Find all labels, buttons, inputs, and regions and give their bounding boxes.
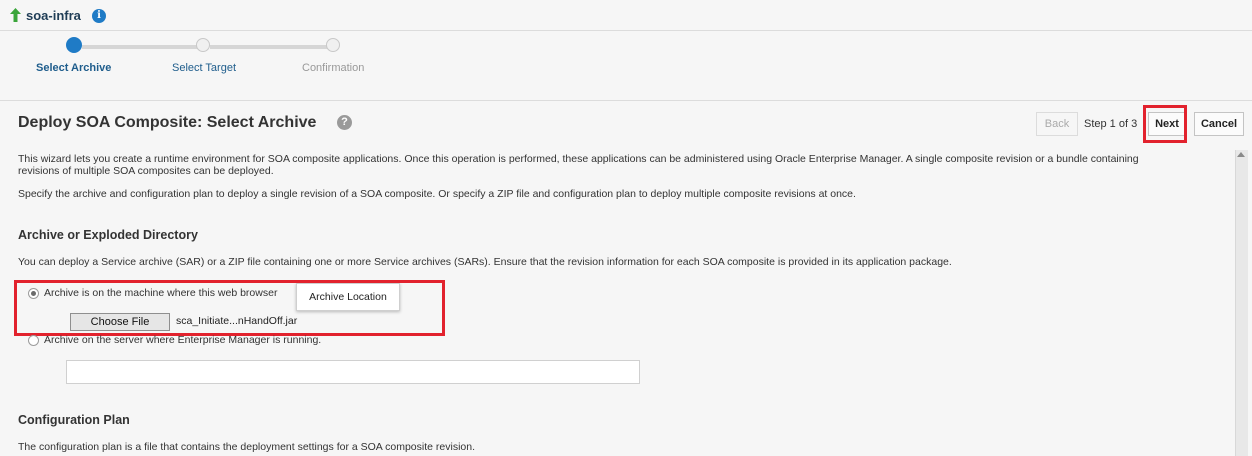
train-stop-confirmation [326, 38, 340, 52]
train-label-select-archive[interactable]: Select Archive [36, 62, 111, 74]
config-section-description: The configuration plan is a file that co… [18, 441, 476, 453]
train-label-select-target[interactable]: Select Target [172, 62, 236, 74]
help-icon[interactable]: ? [337, 115, 352, 130]
train-stop-select-archive[interactable] [66, 37, 82, 53]
top-bar: soa-infra i [0, 0, 1252, 31]
archive-section-heading: Archive or Exploded Directory [18, 228, 198, 242]
train-stop-select-target[interactable] [196, 38, 210, 52]
train-label-confirmation: Confirmation [302, 62, 365, 74]
intro-line-3: Specify the archive and configuration pl… [18, 188, 856, 200]
scroll-up-arrow-icon[interactable] [1237, 152, 1245, 157]
intro-line-2: revisions of multiple SOA composites can… [18, 165, 274, 177]
radio-archive-server[interactable] [28, 335, 39, 346]
highlight-box-next [1143, 105, 1187, 143]
info-icon[interactable]: i [92, 9, 106, 23]
server-archive-path-input[interactable] [66, 360, 640, 384]
back-button[interactable]: Back [1036, 112, 1078, 136]
vertical-scrollbar[interactable] [1235, 150, 1248, 456]
train-track-1 [82, 45, 202, 49]
cancel-button[interactable]: Cancel [1194, 112, 1244, 136]
archive-section-description: You can deploy a Service archive (SAR) o… [18, 256, 952, 268]
step-indicator: Step 1 of 3 [1084, 118, 1138, 130]
header-divider [0, 100, 1252, 101]
page-title: Deploy SOA Composite: Select Archive [18, 114, 317, 131]
config-section-heading: Configuration Plan [18, 413, 130, 427]
highlight-box-file [14, 280, 445, 336]
arrow-up-icon[interactable] [10, 8, 21, 22]
radio-archive-server-label: Archive on the server where Enterprise M… [44, 334, 322, 346]
train-track-2 [210, 45, 330, 49]
target-title[interactable]: soa-infra [26, 8, 81, 23]
